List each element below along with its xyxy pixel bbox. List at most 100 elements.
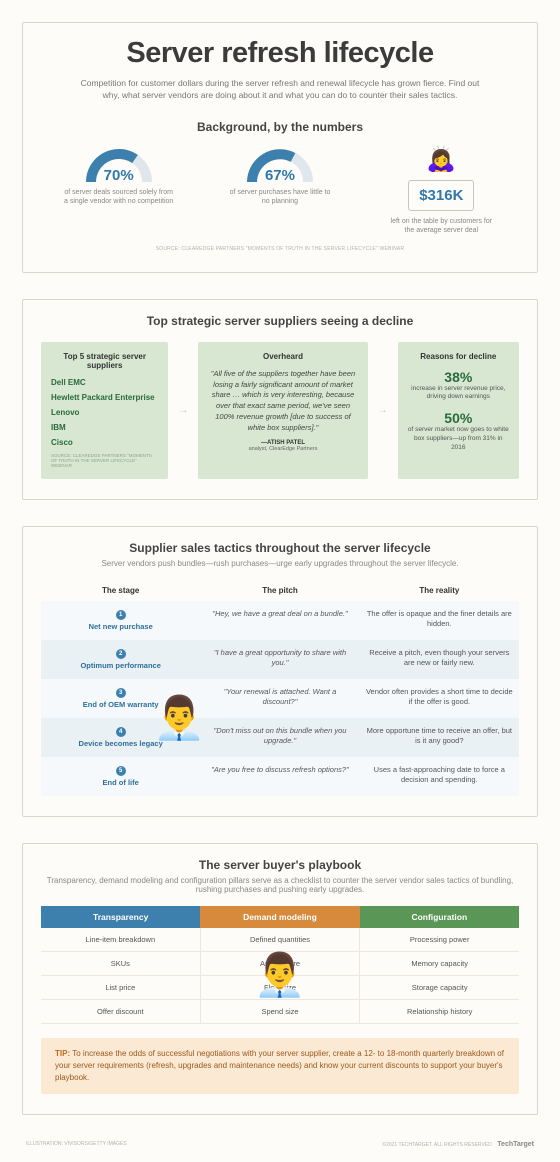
tip-box: TIP: To increase the odds of successful …: [41, 1038, 519, 1094]
playbook-cell: Spend size: [200, 1000, 361, 1024]
page-title: Server refresh lifecycle: [41, 37, 519, 70]
overheard-box: Overheard "All five of the suppliers tog…: [198, 342, 367, 479]
decline-heading: Top strategic server suppliers seeing a …: [41, 314, 519, 328]
pitch-cell: "Don't miss out on this bundle when you …: [200, 718, 359, 757]
reality-cell: Uses a fast-approaching date to force a …: [360, 757, 519, 796]
stat-item: 67% of server purchases have little to n…: [202, 148, 357, 207]
stage-cell: 3End of OEM warranty: [41, 679, 200, 718]
decline-row: Top 5 strategic server suppliers Dell EM…: [41, 342, 519, 479]
lifecycle-table: The stage The pitch The reality 1Net new…: [41, 580, 519, 797]
table-row: 4Device becomes legacy"Don't miss out on…: [41, 718, 519, 757]
source-text: SOURCE: CLEAREDGE PARTNERS "MOMENTS OF T…: [41, 246, 519, 252]
reasons-box: Reasons for decline 38% increase in serv…: [398, 342, 519, 479]
reality-cell: The offer is opaque and the finer detail…: [360, 601, 519, 640]
supplier-name: Hewlett Packard Enterprise: [51, 393, 158, 402]
stage-cell: 5End of life: [41, 757, 200, 796]
reality-cell: Vendor often provides a short time to de…: [360, 679, 519, 718]
playbook-sub: Transparency, demand modeling and config…: [41, 876, 519, 894]
reality-cell: Receive a pitch, even though your server…: [360, 640, 519, 679]
stage-cell: 4Device becomes legacy: [41, 718, 200, 757]
suppliers-box: Top 5 strategic server suppliers Dell EM…: [41, 342, 168, 479]
stat-desc: of server purchases have little to no pl…: [225, 188, 335, 207]
quote-text: "All five of the suppliers together have…: [208, 369, 357, 434]
stat-item: 🙇‍♀️ $316K left on the table by customer…: [364, 148, 519, 236]
playbook-cell: Architecture: [200, 952, 361, 976]
stat-value: 67%: [246, 167, 314, 184]
stat-desc: left on the table by customers for the a…: [386, 217, 496, 236]
stage-number-badge: 2: [116, 649, 126, 659]
source-text: SOURCE: CLEAREDGE PARTNERS "MOMENTS OF T…: [51, 453, 158, 469]
playbook-cell: Fleet size: [200, 976, 361, 1000]
quote-attrib-role: analyst, ClearEdge Partners: [208, 446, 357, 452]
playbook-cell: Storage capacity: [360, 976, 519, 1000]
person-money-icon: 🙇‍♀️: [368, 148, 515, 172]
playbook-card: The server buyer's playbook Transparency…: [22, 843, 538, 1115]
playbook-cell: Defined quantities: [200, 928, 361, 952]
stat-value: $316K: [408, 180, 474, 211]
lifecycle-card: Supplier sales tactics throughout the se…: [22, 526, 538, 818]
stage-number-badge: 1: [116, 610, 126, 620]
table-row: 2Optimum performance"I have a great oppo…: [41, 640, 519, 679]
stage-number-badge: 4: [116, 727, 126, 737]
reasons-title: Reasons for decline: [408, 352, 509, 361]
col-header: Configuration: [360, 906, 519, 928]
table-row: List priceFleet sizeStorage capacity: [41, 976, 519, 1000]
playbook-cell: Memory capacity: [360, 952, 519, 976]
tip-text: To increase the odds of successful negot…: [55, 1049, 504, 1082]
table-row: 5End of life"Are you free to discuss ref…: [41, 757, 519, 796]
reason-pct: 38%: [408, 369, 509, 385]
col-header: Demand modeling: [200, 906, 359, 928]
col-header: The stage: [41, 580, 200, 601]
supplier-name: IBM: [51, 423, 158, 432]
tip-label: TIP:: [55, 1049, 70, 1058]
stage-cell: 2Optimum performance: [41, 640, 200, 679]
reason-pct: 50%: [408, 410, 509, 426]
gauge-icon: 70%: [85, 148, 153, 184]
pitch-cell: "Hey, we have a great deal on a bundle.": [200, 601, 359, 640]
arrow-right-icon: →: [376, 405, 390, 416]
footer-copyright: ©2021 TECHTARGET. ALL RIGHTS RESERVED: [382, 1142, 491, 1148]
lifecycle-heading: Supplier sales tactics throughout the se…: [41, 541, 519, 555]
table-row: SKUsArchitectureMemory capacity: [41, 952, 519, 976]
playbook-cell: Line-item breakdown: [41, 928, 200, 952]
header-card: Server refresh lifecycle Competition for…: [22, 22, 538, 273]
gauge-icon: 67%: [246, 148, 314, 184]
playbook-cell: Relationship history: [360, 1000, 519, 1024]
reason-desc: increase in server revenue price, drivin…: [408, 385, 509, 403]
stage-number-badge: 3: [116, 688, 126, 698]
pitch-cell: "Are you free to discuss refresh options…: [200, 757, 359, 796]
page-footer: ILLUSTRATION: VIVISORS/GETTY IMAGES ©202…: [22, 1141, 538, 1152]
background-row: 70% of server deals sourced solely from …: [41, 148, 519, 236]
suppliers-title: Top 5 strategic server suppliers: [51, 352, 158, 370]
supplier-name: Cisco: [51, 438, 158, 447]
overheard-title: Overheard: [208, 352, 357, 361]
stage-cell: 1Net new purchase: [41, 601, 200, 640]
col-header: Transparency: [41, 906, 200, 928]
stat-value: 70%: [85, 167, 153, 184]
playbook-cell: Processing power: [360, 928, 519, 952]
playbook-cell: Offer discount: [41, 1000, 200, 1024]
playbook-heading: The server buyer's playbook: [41, 858, 519, 872]
col-header: The reality: [360, 580, 519, 601]
pitch-cell: "I have a great opportunity to share wit…: [200, 640, 359, 679]
table-header: The stage The pitch The reality: [41, 580, 519, 601]
reality-cell: More opportune time to receive an offer,…: [360, 718, 519, 757]
playbook-cell: SKUs: [41, 952, 200, 976]
background-heading: Background, by the numbers: [41, 120, 519, 134]
table-row: Line-item breakdownDefined quantitiesPro…: [41, 928, 519, 952]
lifecycle-sub: Server vendors push bundles—rush purchas…: [41, 559, 519, 568]
page-subtitle: Competition for customer dollars during …: [80, 78, 480, 102]
infographic-page: Server refresh lifecycle Competition for…: [0, 0, 560, 1162]
playbook-header: Transparency Demand modeling Configurati…: [41, 906, 519, 928]
playbook-cell: List price: [41, 976, 200, 1000]
footer-credit: ILLUSTRATION: VIVISORS/GETTY IMAGES: [26, 1141, 127, 1148]
stat-desc: of server deals sourced solely from a si…: [64, 188, 174, 207]
pitch-cell: "Your renewal is attached. Want a discou…: [200, 679, 359, 718]
table-row: Offer discountSpend sizeRelationship his…: [41, 1000, 519, 1024]
decline-card: Top strategic server suppliers seeing a …: [22, 299, 538, 500]
arrow-right-icon: →: [176, 405, 190, 416]
supplier-name: Dell EMC: [51, 378, 158, 387]
table-row: 1Net new purchase"Hey, we have a great d…: [41, 601, 519, 640]
stage-number-badge: 5: [116, 766, 126, 776]
table-row: 3End of OEM warranty"Your renewal is att…: [41, 679, 519, 718]
